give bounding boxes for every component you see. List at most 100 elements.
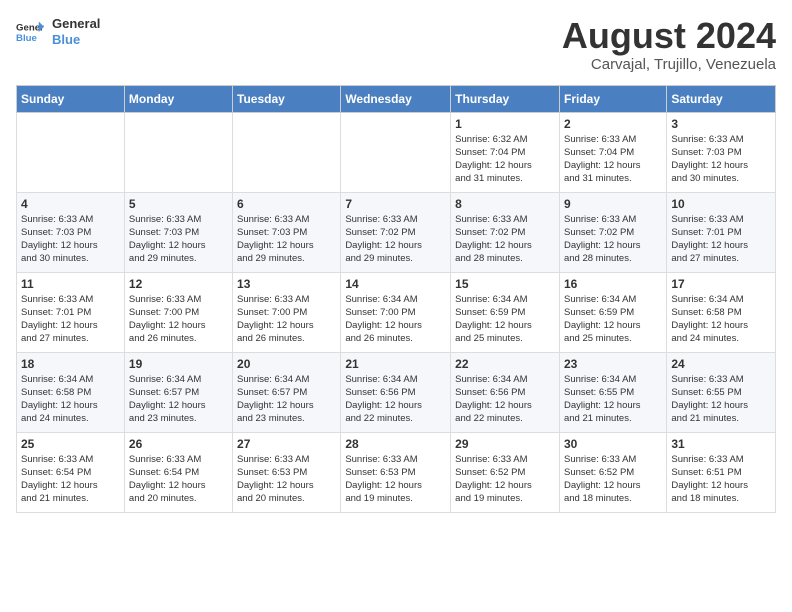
day-cell	[17, 112, 125, 192]
logo-line2: Blue	[52, 32, 100, 48]
day-info: Sunrise: 6:33 AM Sunset: 7:02 PM Dayligh…	[345, 213, 446, 266]
day-cell: 20 Sunrise: 6:34 AM Sunset: 6:57 PM Dayli…	[233, 352, 341, 432]
header-day-friday: Friday	[559, 85, 666, 112]
day-number: 15	[455, 277, 555, 291]
logo-icon: General Blue	[16, 18, 44, 46]
day-cell: 19 Sunrise: 6:34 AM Sunset: 6:57 PM Dayli…	[124, 352, 232, 432]
day-cell: 16Sunrise: 6:34 AM Sunset: 6:59 PM Dayli…	[559, 272, 666, 352]
day-cell: 22 Sunrise: 6:34 AM Sunset: 6:56 PM Dayli…	[451, 352, 560, 432]
day-number: 31	[671, 437, 771, 451]
day-number: 14	[345, 277, 446, 291]
week-row-4: 18Sunrise: 6:34 AM Sunset: 6:58 PM Dayli…	[17, 352, 776, 432]
week-row-3: 11 Sunrise: 6:33 AM Sunset: 7:01 PM Dayli…	[17, 272, 776, 352]
day-cell	[341, 112, 451, 192]
day-number: 30	[564, 437, 662, 451]
day-number: 23	[564, 357, 662, 371]
day-number: 6	[237, 197, 336, 211]
week-row-5: 25 Sunrise: 6:33 AM Sunset: 6:54 PM Dayli…	[17, 432, 776, 512]
day-info: Sunrise: 6:33 AM Sunset: 7:03 PM Dayligh…	[237, 213, 336, 266]
day-info: Sunrise: 6:33 AM Sunset: 7:02 PM Dayligh…	[455, 213, 555, 266]
header-day-monday: Monday	[124, 85, 232, 112]
day-number: 16	[564, 277, 662, 291]
day-number: 29	[455, 437, 555, 451]
day-number: 10	[671, 197, 771, 211]
day-cell	[124, 112, 232, 192]
header-day-thursday: Thursday	[451, 85, 560, 112]
day-cell: 14 Sunrise: 6:34 AM Sunset: 7:00 PM Dayli…	[341, 272, 451, 352]
header-day-wednesday: Wednesday	[341, 85, 451, 112]
day-cell: 3Sunrise: 6:33 AM Sunset: 7:03 PM Daylig…	[667, 112, 776, 192]
header-day-tuesday: Tuesday	[233, 85, 341, 112]
day-info: Sunrise: 6:34 AM Sunset: 6:58 PM Dayligh…	[671, 293, 771, 346]
week-row-2: 4 Sunrise: 6:33 AM Sunset: 7:03 PM Daylig…	[17, 192, 776, 272]
day-info: Sunrise: 6:33 AM Sunset: 6:54 PM Dayligh…	[129, 453, 228, 506]
header-day-saturday: Saturday	[667, 85, 776, 112]
day-number: 9	[564, 197, 662, 211]
day-info: Sunrise: 6:33 AM Sunset: 6:52 PM Dayligh…	[564, 453, 662, 506]
day-number: 25	[21, 437, 120, 451]
day-info: Sunrise: 6:34 AM Sunset: 6:56 PM Dayligh…	[455, 373, 555, 426]
day-number: 19	[129, 357, 228, 371]
day-info: Sunrise: 6:33 AM Sunset: 7:02 PM Dayligh…	[564, 213, 662, 266]
day-info: Sunrise: 6:34 AM Sunset: 6:56 PM Dayligh…	[345, 373, 446, 426]
day-number: 20	[237, 357, 336, 371]
location-subtitle: Carvajal, Trujillo, Venezuela	[562, 56, 776, 73]
day-info: Sunrise: 6:33 AM Sunset: 7:03 PM Dayligh…	[21, 213, 120, 266]
day-number: 8	[455, 197, 555, 211]
day-cell: 7 Sunrise: 6:33 AM Sunset: 7:02 PM Daylig…	[341, 192, 451, 272]
day-number: 11	[21, 277, 120, 291]
day-cell: 21 Sunrise: 6:34 AM Sunset: 6:56 PM Dayli…	[341, 352, 451, 432]
day-cell: 4 Sunrise: 6:33 AM Sunset: 7:03 PM Daylig…	[17, 192, 125, 272]
day-info: Sunrise: 6:33 AM Sunset: 6:53 PM Dayligh…	[345, 453, 446, 506]
day-info: Sunrise: 6:34 AM Sunset: 7:00 PM Dayligh…	[345, 293, 446, 346]
day-cell: 18Sunrise: 6:34 AM Sunset: 6:58 PM Dayli…	[17, 352, 125, 432]
day-info: Sunrise: 6:33 AM Sunset: 6:53 PM Dayligh…	[237, 453, 336, 506]
day-number: 2	[564, 117, 662, 131]
day-cell: 5Sunrise: 6:33 AM Sunset: 7:03 PM Daylig…	[124, 192, 232, 272]
day-cell: 12Sunrise: 6:33 AM Sunset: 7:00 PM Dayli…	[124, 272, 232, 352]
day-cell: 13Sunrise: 6:33 AM Sunset: 7:00 PM Dayli…	[233, 272, 341, 352]
day-info: Sunrise: 6:34 AM Sunset: 6:59 PM Dayligh…	[455, 293, 555, 346]
day-info: Sunrise: 6:34 AM Sunset: 6:57 PM Dayligh…	[129, 373, 228, 426]
day-cell: 27Sunrise: 6:33 AM Sunset: 6:53 PM Dayli…	[233, 432, 341, 512]
calendar-body: 1 Sunrise: 6:32 AM Sunset: 7:04 PM Daylig…	[17, 112, 776, 512]
calendar-header: SundayMondayTuesdayWednesdayThursdayFrid…	[17, 85, 776, 112]
day-cell: 26Sunrise: 6:33 AM Sunset: 6:54 PM Dayli…	[124, 432, 232, 512]
day-number: 4	[21, 197, 120, 211]
day-number: 5	[129, 197, 228, 211]
day-cell: 29 Sunrise: 6:33 AM Sunset: 6:52 PM Dayli…	[451, 432, 560, 512]
day-cell: 6 Sunrise: 6:33 AM Sunset: 7:03 PM Daylig…	[233, 192, 341, 272]
day-number: 28	[345, 437, 446, 451]
day-cell: 10 Sunrise: 6:33 AM Sunset: 7:01 PM Dayli…	[667, 192, 776, 272]
day-cell: 9 Sunrise: 6:33 AM Sunset: 7:02 PM Daylig…	[559, 192, 666, 272]
logo: General Blue General Blue	[16, 16, 100, 47]
title-area: August 2024 Carvajal, Trujillo, Venezuel…	[562, 16, 776, 73]
day-number: 21	[345, 357, 446, 371]
day-number: 24	[671, 357, 771, 371]
day-number: 22	[455, 357, 555, 371]
day-cell: 11 Sunrise: 6:33 AM Sunset: 7:01 PM Dayli…	[17, 272, 125, 352]
day-info: Sunrise: 6:33 AM Sunset: 7:01 PM Dayligh…	[21, 293, 120, 346]
day-cell: 8 Sunrise: 6:33 AM Sunset: 7:02 PM Daylig…	[451, 192, 560, 272]
day-info: Sunrise: 6:33 AM Sunset: 6:54 PM Dayligh…	[21, 453, 120, 506]
day-info: Sunrise: 6:33 AM Sunset: 7:01 PM Dayligh…	[671, 213, 771, 266]
header-row: SundayMondayTuesdayWednesdayThursdayFrid…	[17, 85, 776, 112]
day-info: Sunrise: 6:32 AM Sunset: 7:04 PM Dayligh…	[455, 133, 555, 186]
day-info: Sunrise: 6:33 AM Sunset: 6:52 PM Dayligh…	[455, 453, 555, 506]
day-number: 3	[671, 117, 771, 131]
day-number: 17	[671, 277, 771, 291]
header-day-sunday: Sunday	[17, 85, 125, 112]
week-row-1: 1 Sunrise: 6:32 AM Sunset: 7:04 PM Daylig…	[17, 112, 776, 192]
day-info: Sunrise: 6:33 AM Sunset: 6:51 PM Dayligh…	[671, 453, 771, 506]
day-number: 18	[21, 357, 120, 371]
day-cell: 23Sunrise: 6:34 AM Sunset: 6:55 PM Dayli…	[559, 352, 666, 432]
day-cell: 24 Sunrise: 6:33 AM Sunset: 6:55 PM Dayli…	[667, 352, 776, 432]
day-info: Sunrise: 6:33 AM Sunset: 7:00 PM Dayligh…	[129, 293, 228, 346]
day-number: 7	[345, 197, 446, 211]
day-number: 13	[237, 277, 336, 291]
day-cell: 2Sunrise: 6:33 AM Sunset: 7:04 PM Daylig…	[559, 112, 666, 192]
day-info: Sunrise: 6:34 AM Sunset: 6:57 PM Dayligh…	[237, 373, 336, 426]
day-cell: 28 Sunrise: 6:33 AM Sunset: 6:53 PM Dayli…	[341, 432, 451, 512]
day-number: 1	[455, 117, 555, 131]
day-info: Sunrise: 6:33 AM Sunset: 6:55 PM Dayligh…	[671, 373, 771, 426]
